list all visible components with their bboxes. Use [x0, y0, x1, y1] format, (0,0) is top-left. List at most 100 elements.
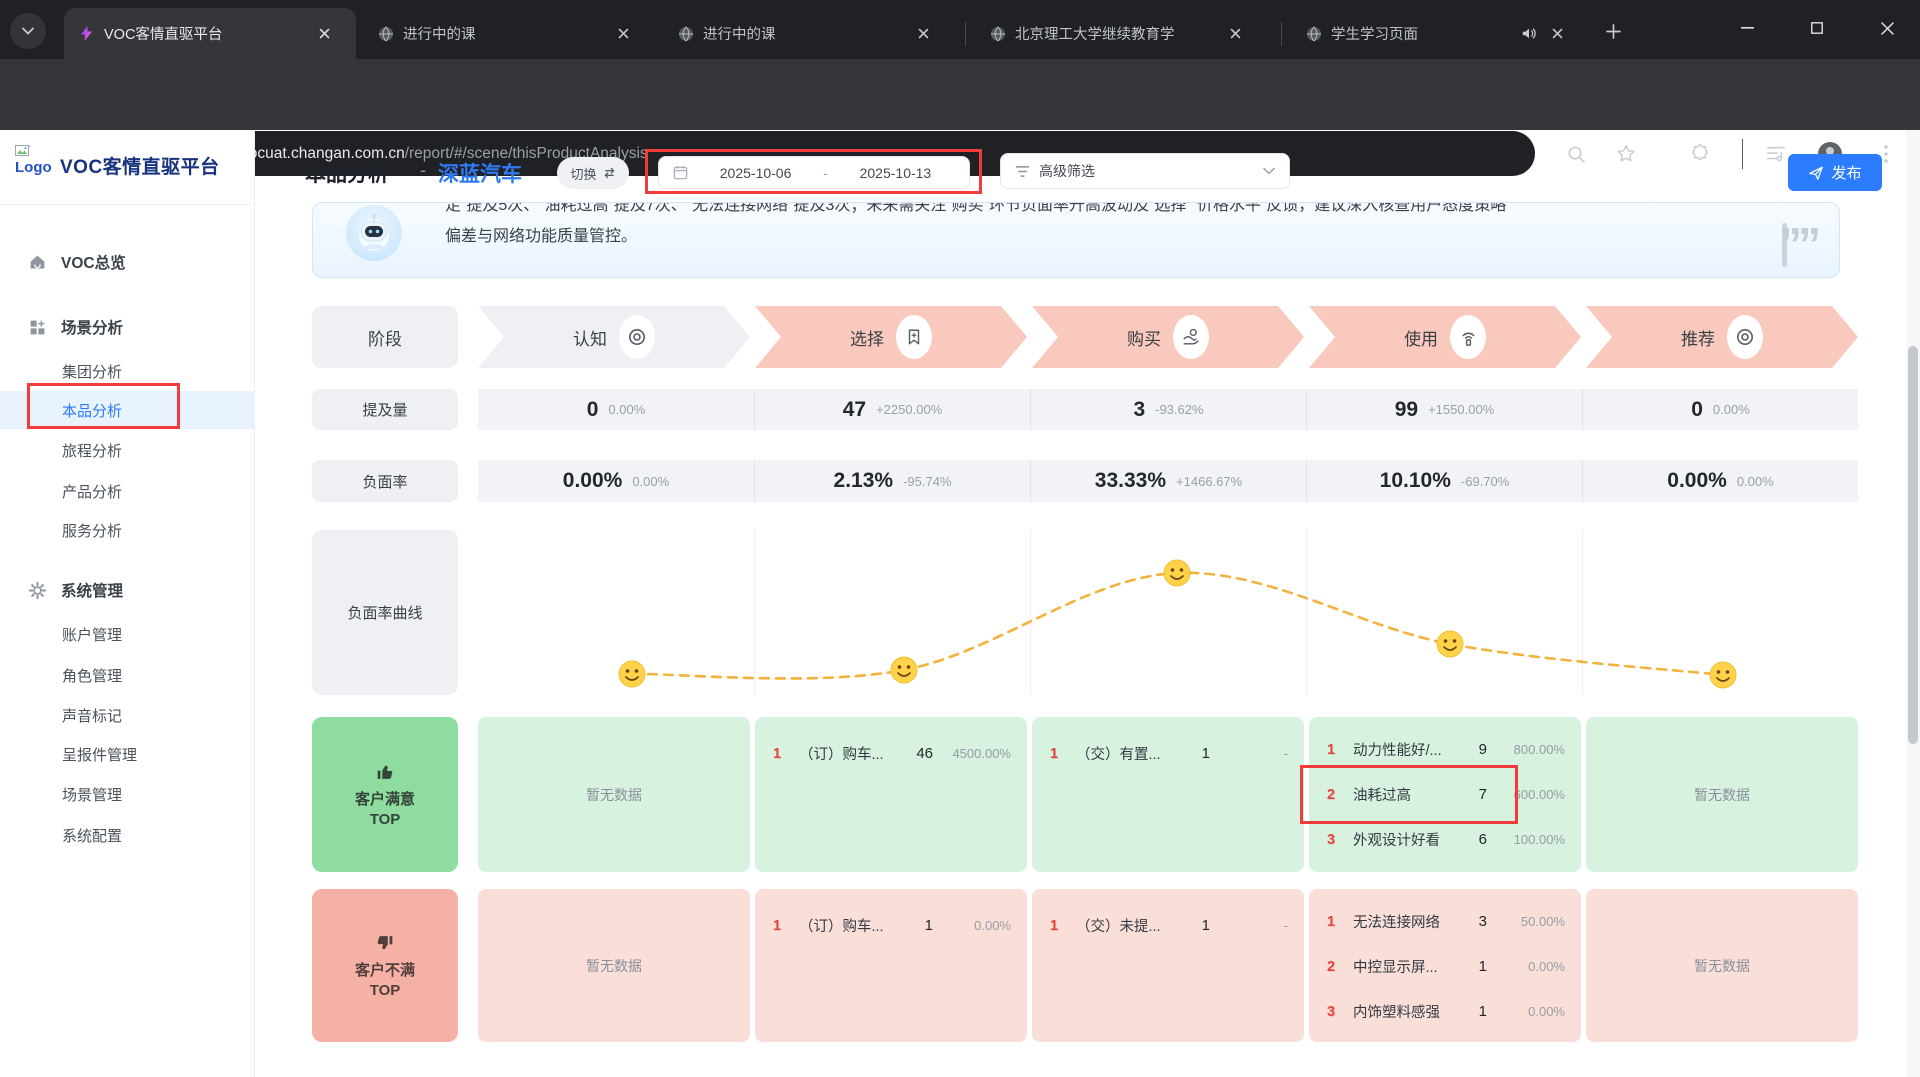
list-item[interactable]: 1无法连接网络350.00%	[1327, 907, 1565, 936]
tab-separator	[1281, 22, 1282, 46]
sidebar-item-system-config[interactable]: 系统配置	[0, 816, 255, 854]
tab-title: 进行中的课	[703, 23, 903, 44]
window-close-button[interactable]	[1864, 6, 1910, 50]
date-separator: -	[823, 165, 828, 181]
target-icon	[1727, 315, 1763, 359]
list-item[interactable]: 3外观设计好看6100.00%	[1327, 825, 1565, 854]
tab-voc-platform[interactable]: VOC客情直驱平台	[64, 8, 356, 59]
window-minimize-button[interactable]	[1724, 6, 1770, 50]
stage-chevron-awareness[interactable]: 认知	[478, 306, 750, 368]
sidebar-section-scene-analysis[interactable]: 场景分析	[0, 307, 255, 347]
row-label-stage: 阶段	[312, 306, 458, 368]
advanced-filter-select[interactable]: 高级筛选	[1000, 153, 1290, 189]
mentions-use: 99+1550.00%	[1306, 389, 1582, 430]
app-logo: Logo	[15, 145, 52, 176]
stage-name: 选择	[850, 325, 884, 350]
sidebar-section-system-management[interactable]: 系统管理	[0, 570, 255, 610]
dissatisfied-buy-list: 1（交）未提...1-	[1032, 889, 1304, 1042]
date-start[interactable]: 2025-10-06	[696, 165, 815, 181]
list-item[interactable]: 1动力性能好/...9800.00%	[1327, 735, 1565, 764]
row-label-negative-curve: 负面率曲线	[312, 530, 458, 695]
dissatisfied-recommend-empty: 暂无数据	[1586, 889, 1858, 1042]
list-item[interactable]: 1（交）未提...1-	[1050, 911, 1288, 940]
sidebar-item-report-management[interactable]: 呈报件管理	[0, 735, 255, 773]
sidebar-item-account-management[interactable]: 账户管理	[0, 615, 255, 653]
swap-arrows-icon	[603, 167, 616, 179]
mentions-buy: 3-93.62%	[1030, 389, 1306, 430]
tab-title: 进行中的课	[403, 23, 603, 44]
tab-close-button[interactable]	[313, 23, 335, 45]
list-item[interactable]: 3内饰塑料感强10.00%	[1327, 997, 1565, 1026]
stage-chevron-choose[interactable]: 选择	[755, 306, 1027, 368]
dissatisfied-awareness-empty: 暂无数据	[478, 889, 750, 1042]
date-range-picker[interactable]: 2025-10-06 - 2025-10-13	[658, 156, 970, 189]
sidebar-item-label: 集团分析	[62, 361, 122, 382]
new-tab-button[interactable]	[1598, 16, 1628, 46]
zoom-search-icon[interactable]	[1558, 136, 1594, 172]
dissatisfied-choose-list: 1（订）购车...10.00%	[755, 889, 1027, 1042]
globe-favicon	[1306, 26, 1322, 42]
list-item[interactable]: 1（订）购车...464500.00%	[773, 739, 1011, 768]
sidebar-item-service-analysis[interactable]: 服务分析	[0, 511, 255, 549]
globe-favicon	[678, 26, 694, 42]
robot-icon	[346, 205, 402, 261]
tab-close-button[interactable]	[912, 23, 934, 45]
switch-product-button[interactable]: 切换	[557, 157, 629, 189]
send-icon	[1808, 165, 1824, 181]
sidebar-item-voc-overview[interactable]: VOC总览	[0, 242, 255, 282]
page-scrollbar-thumb[interactable]	[1908, 346, 1918, 744]
tab-course-1[interactable]: 进行中的课	[364, 8, 656, 59]
tab-course-2[interactable]: 进行中的课	[664, 8, 956, 59]
smiley-marker-recommend	[1710, 662, 1736, 688]
sidebar-section-label: 场景分析	[61, 316, 123, 338]
sidebar: Logo VOC客情直驱平台 VOC总览 场景分析 集团分析 本品分析 旅程分析…	[0, 130, 255, 1077]
negrate-buy: 33.33%+1466.67%	[1030, 460, 1306, 502]
list-item[interactable]: 1（订）购车...10.00%	[773, 911, 1011, 940]
tab-close-button[interactable]	[612, 23, 634, 45]
list-item[interactable]: 2中控显示屏...10.00%	[1327, 952, 1565, 981]
ai-summary-panel: 足”提及5次、“油耗过高”提及7次、“无法连接网络”提及3次；未来需关注“购买”…	[312, 202, 1840, 278]
sidebar-item-product-self-analysis[interactable]: 本品分析	[0, 391, 255, 429]
satisfied-label-line2: TOP	[370, 811, 401, 828]
sidebar-item-role-management[interactable]: 角色管理	[0, 656, 255, 694]
stage-chevron-use[interactable]: 使用	[1309, 306, 1581, 368]
signal-icon	[1450, 315, 1486, 359]
tab-student-page[interactable]: 学生学习页面	[1292, 8, 1578, 59]
bookmark-star-icon[interactable]	[1608, 136, 1644, 172]
dissatisfied-label-line2: TOP	[370, 982, 401, 999]
product-name[interactable]: 深蓝汽车	[438, 158, 522, 188]
tab-close-button[interactable]	[1546, 23, 1568, 45]
sidebar-item-voice-tagging[interactable]: 声音标记	[0, 696, 255, 734]
ai-summary-text: 足”提及5次、“油耗过高”提及7次、“无法连接网络”提及3次；未来需关注“购买”…	[445, 203, 1840, 277]
tab-search-button[interactable]	[10, 13, 46, 49]
dissatisfied-label-line1: 客户不满	[355, 959, 415, 980]
tab-university[interactable]: 北京理工大学继续教育学	[976, 8, 1272, 59]
publish-button[interactable]: 发布	[1788, 154, 1882, 191]
page-title: 本品分析	[305, 158, 389, 188]
sidebar-item-product-analysis[interactable]: 产品分析	[0, 472, 255, 510]
stage-name: 购买	[1127, 325, 1161, 350]
window-maximize-button[interactable]	[1794, 6, 1840, 50]
satisfied-use-list: 1动力性能好/...9800.00% 2油耗过高7600.00% 3外观设计好看…	[1309, 717, 1581, 872]
sidebar-item-scene-management[interactable]: 场景管理	[0, 775, 255, 813]
curve-svg	[478, 530, 1858, 695]
date-end[interactable]: 2025-10-13	[836, 165, 955, 181]
negrate-choose: 2.13%-95.74%	[754, 460, 1030, 502]
publish-label: 发布	[1831, 162, 1861, 183]
speaker-icon[interactable]	[1521, 26, 1537, 41]
tab-close-button[interactable]	[1224, 23, 1246, 45]
broken-image-icon	[15, 145, 31, 158]
smiley-marker-use	[1437, 631, 1463, 657]
list-item[interactable]: 2油耗过高7600.00%	[1327, 780, 1565, 809]
ai-summary-line1: 足”提及5次、“油耗过高”提及7次、“无法连接网络”提及3次；未来需关注“购买”…	[445, 203, 1840, 221]
stage-chevron-recommend[interactable]: 推荐	[1586, 306, 1858, 368]
stage-chevron-buy[interactable]: 购买	[1032, 306, 1304, 368]
lightning-favicon	[78, 25, 95, 42]
sidebar-item-journey-analysis[interactable]: 旅程分析	[0, 431, 255, 469]
list-item[interactable]: 1（交）有置...1-	[1050, 739, 1288, 768]
app-title: VOC客情直驱平台	[60, 152, 220, 179]
sidebar-item-label: 账户管理	[62, 624, 122, 645]
extensions-icon[interactable]	[1682, 136, 1718, 172]
mentions-awareness: 00.00%	[478, 389, 754, 430]
sidebar-item-group-analysis[interactable]: 集团分析	[0, 352, 255, 390]
